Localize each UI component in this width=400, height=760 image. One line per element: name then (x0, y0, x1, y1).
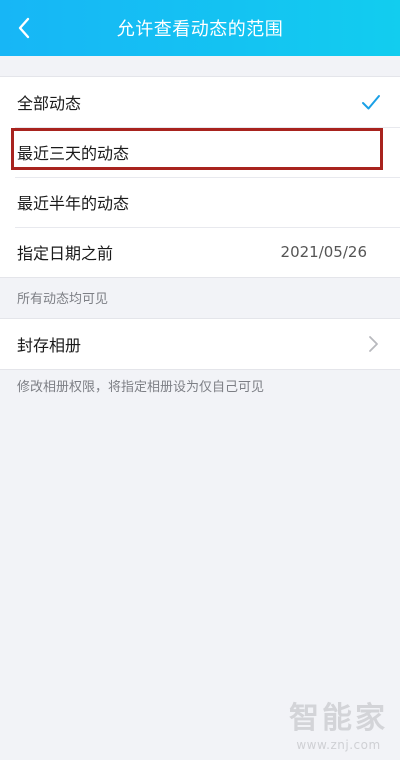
archive-album-label: 封存相册 (17, 336, 82, 355)
chevron-left-icon (18, 17, 30, 39)
visibility-options-list: 全部动态 最近三天的动态 最近半年的动态 指定日期之前 2021/05/26 (0, 76, 400, 278)
watermark-text: 智能家 (289, 701, 388, 736)
date-value: 2021/05/26 (280, 243, 367, 261)
watermark-logo: 智能家 www.znj.com (289, 693, 388, 752)
option-all-posts[interactable]: 全部动态 (0, 77, 400, 127)
option-last-half-year[interactable]: 最近半年的动态 (0, 177, 400, 227)
option-label: 指定日期之前 (17, 244, 114, 263)
archive-album-group: 封存相册 (0, 318, 400, 370)
archive-album-item[interactable]: 封存相册 (0, 319, 400, 369)
archive-note: 修改相册权限，将指定相册设为仅自己可见 (17, 380, 265, 395)
page-title: 允许查看动态的范围 (116, 19, 284, 40)
back-button[interactable] (4, 8, 44, 48)
option-before-date[interactable]: 指定日期之前 2021/05/26 (0, 227, 400, 277)
nav-header: 允许查看动态的范围 (0, 0, 400, 56)
option-label: 最近三天的动态 (17, 144, 130, 163)
visibility-note: 所有动态均可见 (17, 292, 109, 307)
option-label: 最近半年的动态 (17, 194, 130, 213)
chevron-right-icon (369, 336, 378, 352)
option-last-three-days[interactable]: 最近三天的动态 (0, 127, 400, 177)
checkmark-icon (362, 95, 380, 110)
watermark-url: www.znj.com (296, 738, 381, 752)
option-label: 全部动态 (17, 94, 82, 113)
